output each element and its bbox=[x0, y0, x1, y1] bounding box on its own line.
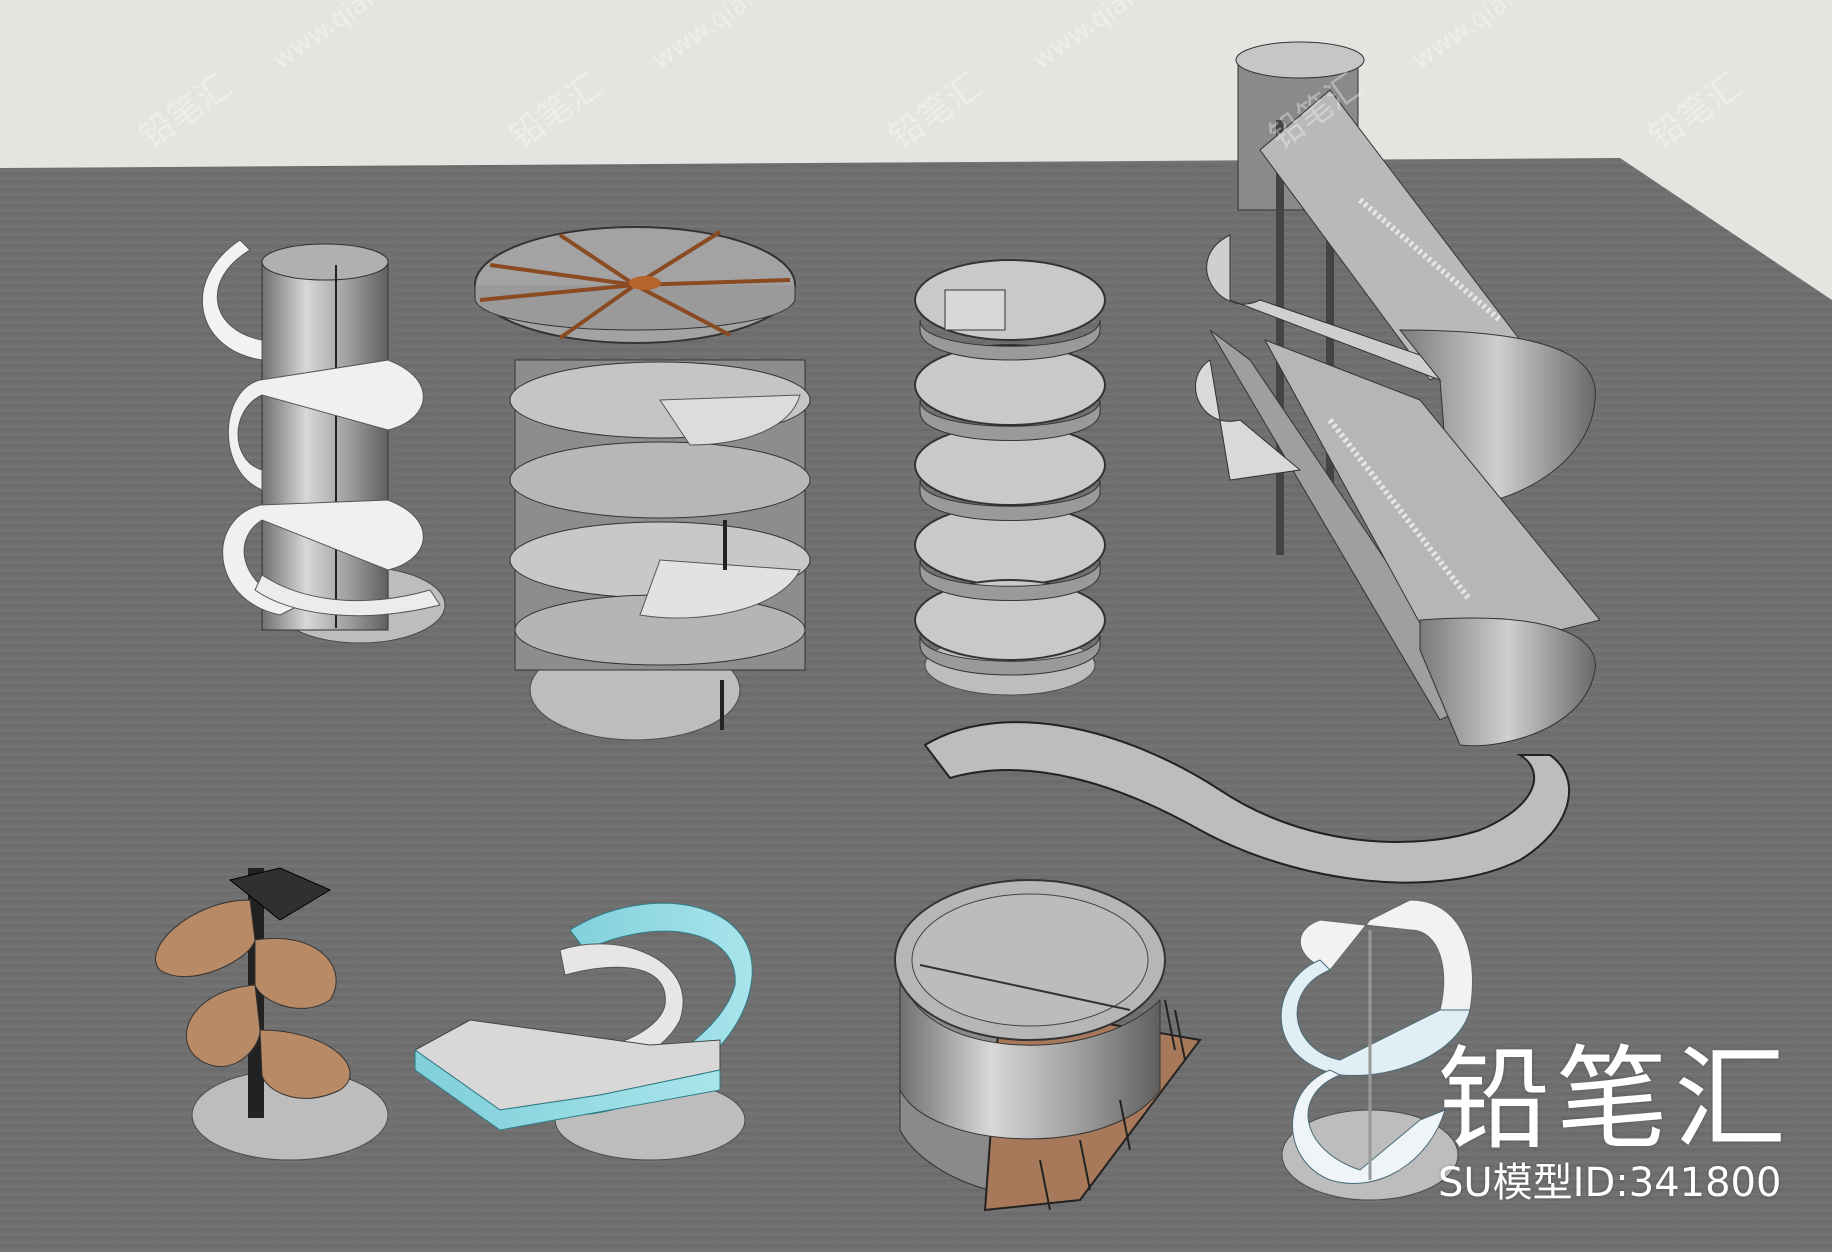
brand-overlay: 铅笔汇 SU模型ID:341800 bbox=[1438, 1040, 1792, 1206]
spiral-stair-with-disc-canopy bbox=[474, 226, 811, 741]
ribbon-spiral-stair-tower bbox=[914, 259, 1106, 696]
model-id-label: SU模型ID: bbox=[1438, 1160, 1629, 1206]
model-id-line: SU模型ID:341800 bbox=[1438, 1160, 1792, 1206]
model-id-value: 341800 bbox=[1628, 1160, 1782, 1206]
brand-title: 铅笔汇 bbox=[1438, 1035, 1792, 1165]
